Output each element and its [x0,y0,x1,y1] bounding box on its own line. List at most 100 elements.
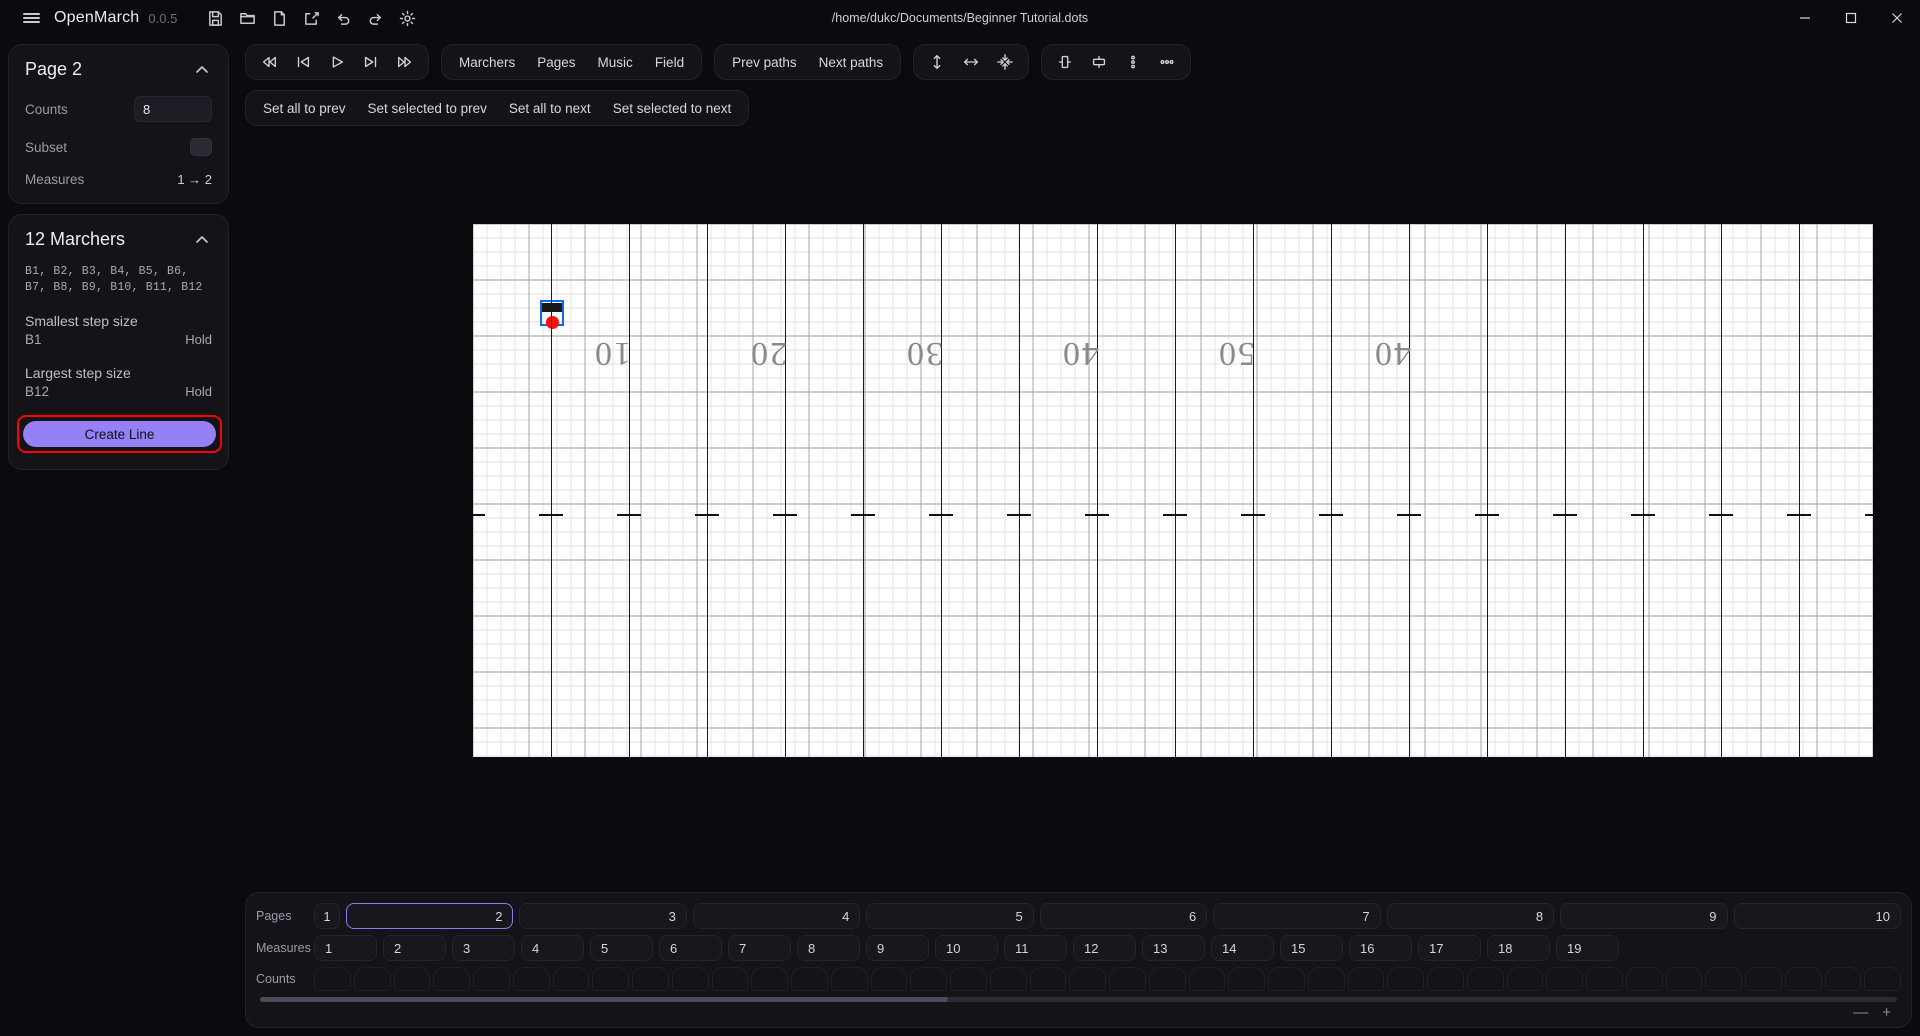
timeline-count-tick[interactable] [950,967,987,991]
timeline-count-tick[interactable] [672,967,709,991]
timeline-count-tick[interactable] [1666,967,1703,991]
timeline-count-tick[interactable] [433,967,470,991]
settings-gear-icon[interactable] [391,2,423,34]
chevron-up-icon[interactable] [192,60,212,80]
collapse-center-icon[interactable] [988,48,1022,76]
timeline-measure-11[interactable]: 11 [1004,935,1067,961]
create-line-button[interactable]: Create Line [23,421,216,447]
vertical-resize-icon[interactable] [920,48,954,76]
timeline-count-tick[interactable] [1109,967,1146,991]
timeline-measure-2[interactable]: 2 [383,935,446,961]
timeline-count-tick[interactable] [394,967,431,991]
subset-checkbox[interactable] [190,138,212,156]
zoom-in-button[interactable]: + [1882,1004,1891,1021]
timeline-measure-9[interactable]: 9 [866,935,929,961]
maximize-button[interactable] [1828,0,1874,36]
timeline-measure-1[interactable]: 1 [314,935,377,961]
open-folder-icon[interactable] [231,2,263,34]
hamburger-icon[interactable] [14,1,48,35]
timeline-measure-18[interactable]: 18 [1487,935,1550,961]
set-selected-to-prev-button[interactable]: Set selected to prev [357,94,498,122]
timeline-count-tick[interactable] [632,967,669,991]
timeline-page-1[interactable]: 1 [314,903,340,929]
timeline-measure-14[interactable]: 14 [1211,935,1274,961]
timeline-page-8[interactable]: 8 [1387,903,1554,929]
chevron-up-icon[interactable] [192,230,212,250]
timeline-count-tick[interactable] [473,967,510,991]
tab-field[interactable]: Field [644,48,695,76]
timeline-count-tick[interactable] [712,967,749,991]
timeline-count-tick[interactable] [1149,967,1186,991]
export-icon[interactable] [295,2,327,34]
timeline-count-tick[interactable] [871,967,908,991]
timeline-count-tick[interactable] [751,967,788,991]
undo-icon[interactable] [327,2,359,34]
timeline-measure-6[interactable]: 6 [659,935,722,961]
redo-icon[interactable] [359,2,391,34]
timeline-count-tick[interactable] [1030,967,1067,991]
next-paths-button[interactable]: Next paths [808,48,895,76]
timeline-page-9[interactable]: 9 [1560,903,1727,929]
skip-next-icon[interactable] [354,48,388,76]
prev-paths-button[interactable]: Prev paths [721,48,808,76]
timeline-count-tick[interactable] [1586,967,1623,991]
timeline-count-tick[interactable] [910,967,947,991]
timeline-measure-19[interactable]: 19 [1556,935,1619,961]
timeline-count-tick[interactable] [1507,967,1544,991]
timeline-page-2[interactable]: 2 [346,903,513,929]
set-all-to-next-button[interactable]: Set all to next [498,94,602,122]
timeline-count-tick[interactable] [592,967,629,991]
timeline-count-tick[interactable] [791,967,828,991]
timeline-count-tick[interactable] [1626,967,1663,991]
timeline-count-tick[interactable] [314,967,351,991]
timeline-count-tick[interactable] [1427,967,1464,991]
rewind-icon[interactable] [252,48,286,76]
marching-field[interactable]: 102030405040 [473,224,1873,757]
tab-music[interactable]: Music [587,48,644,76]
set-all-to-prev-button[interactable]: Set all to prev [252,94,357,122]
set-selected-to-next-button[interactable]: Set selected to next [602,94,743,122]
timeline-count-tick[interactable] [1308,967,1345,991]
timeline-page-5[interactable]: 5 [866,903,1033,929]
timeline-measure-12[interactable]: 12 [1073,935,1136,961]
close-button[interactable] [1874,0,1920,36]
tab-marchers[interactable]: Marchers [448,48,526,76]
timeline-count-tick[interactable] [1069,967,1106,991]
timeline-count-tick[interactable] [1387,967,1424,991]
timeline-count-tick[interactable] [553,967,590,991]
timeline-count-tick[interactable] [1785,967,1822,991]
timeline-measure-16[interactable]: 16 [1349,935,1412,961]
field-canvas[interactable]: 102030405040 [237,126,1920,892]
timeline-count-tick[interactable] [1228,967,1265,991]
timeline-page-7[interactable]: 7 [1213,903,1380,929]
timeline-measure-4[interactable]: 4 [521,935,584,961]
timeline-count-tick[interactable] [1467,967,1504,991]
timeline-count-tick[interactable] [1705,967,1742,991]
timeline-count-tick[interactable] [831,967,868,991]
timeline-page-10[interactable]: 10 [1734,903,1901,929]
save-icon[interactable] [199,2,231,34]
fast-forward-icon[interactable] [388,48,422,76]
timeline-count-tick[interactable] [354,967,391,991]
new-file-icon[interactable] [263,2,295,34]
play-icon[interactable] [320,48,354,76]
timeline-measure-10[interactable]: 10 [935,935,998,961]
timeline-measure-13[interactable]: 13 [1142,935,1205,961]
timeline-page-6[interactable]: 6 [1040,903,1207,929]
timeline-count-tick[interactable] [1348,967,1385,991]
timeline-measure-5[interactable]: 5 [590,935,653,961]
timeline-measure-15[interactable]: 15 [1280,935,1343,961]
timeline-measure-17[interactable]: 17 [1418,935,1481,961]
timeline-count-tick[interactable] [513,967,550,991]
more-vertical-icon[interactable] [1116,48,1150,76]
timeline-count-tick[interactable] [1546,967,1583,991]
more-horizontal-icon[interactable] [1150,48,1184,76]
align-horizontal-icon[interactable] [1082,48,1116,76]
timeline-count-tick[interactable] [1864,967,1901,991]
skip-previous-icon[interactable] [286,48,320,76]
timeline-count-tick[interactable] [1268,967,1305,991]
timeline-count-tick[interactable] [1189,967,1226,991]
align-vertical-icon[interactable] [1048,48,1082,76]
timeline-measure-3[interactable]: 3 [452,935,515,961]
timeline-measure-8[interactable]: 8 [797,935,860,961]
